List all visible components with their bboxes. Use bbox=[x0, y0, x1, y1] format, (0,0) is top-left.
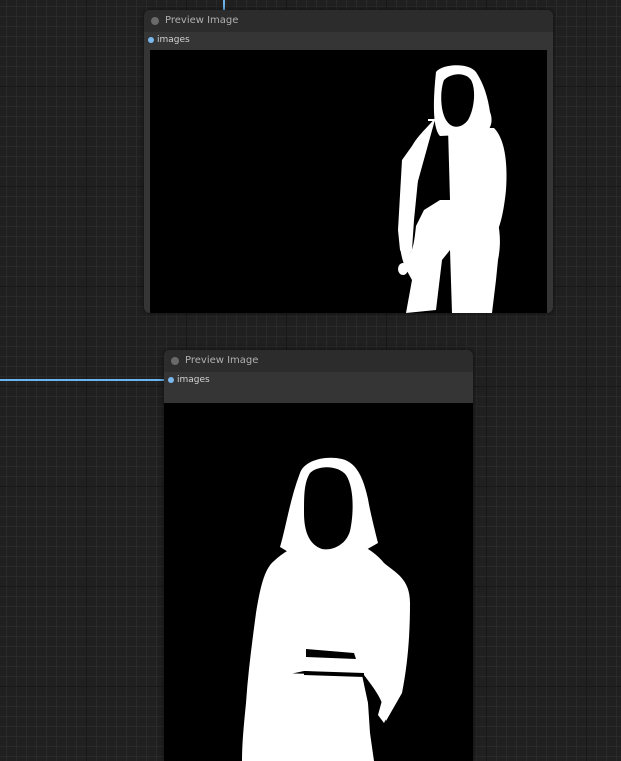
image-preview bbox=[150, 50, 547, 313]
input-slot-label: images bbox=[157, 35, 190, 45]
input-slot-images[interactable]: images bbox=[144, 32, 553, 49]
collapse-dot-icon[interactable] bbox=[171, 357, 179, 365]
input-slot-images[interactable]: images bbox=[164, 372, 473, 389]
input-slot-label: images bbox=[177, 375, 210, 385]
node-title-bar[interactable]: Preview Image bbox=[144, 10, 553, 32]
link-wire-left bbox=[0, 379, 165, 381]
mask-silhouette-1 bbox=[398, 65, 507, 313]
node-title: Preview Image bbox=[185, 355, 259, 366]
node-title-bar[interactable]: Preview Image bbox=[164, 350, 473, 372]
input-socket-icon[interactable] bbox=[168, 377, 174, 383]
link-wire-top bbox=[223, 0, 225, 10]
input-socket-icon[interactable] bbox=[148, 37, 154, 43]
collapse-dot-icon[interactable] bbox=[151, 17, 159, 25]
preview-image-node-2[interactable]: Preview Image images bbox=[164, 350, 473, 761]
node-title: Preview Image bbox=[165, 15, 239, 26]
mask-silhouette-2 bbox=[242, 457, 410, 761]
preview-image-node-1[interactable]: Preview Image images bbox=[144, 10, 553, 313]
image-preview bbox=[164, 403, 473, 761]
